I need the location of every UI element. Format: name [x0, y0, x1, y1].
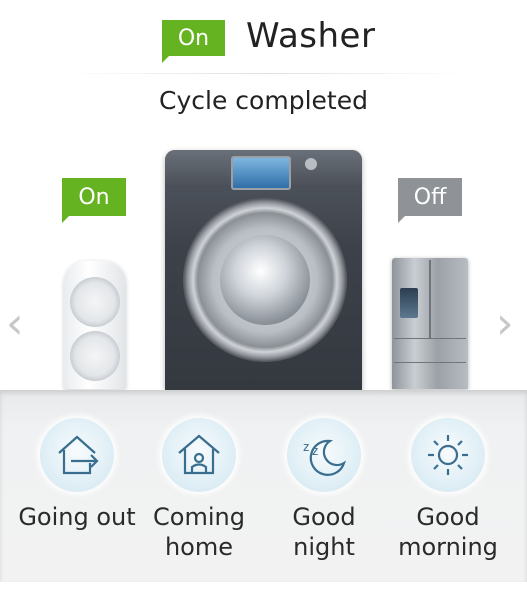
device-title: Washer [246, 16, 376, 56]
air-conditioner-status-label: On [78, 184, 110, 210]
house-exit-icon [58, 435, 99, 475]
washer-image[interactable] [165, 150, 362, 390]
power-status-label: On [177, 25, 210, 51]
next-device-arrow[interactable]: › [496, 298, 514, 349]
svg-text:z: z [303, 439, 310, 454]
mode-bar: Going out Coming home z z Good night Goo… [0, 390, 527, 582]
mode-going-out[interactable]: Going out [15, 418, 139, 532]
mode-coming-home[interactable]: Coming home [137, 418, 261, 562]
good-night-button[interactable]: z z [287, 418, 361, 492]
refrigerator-status-badge[interactable]: Off [398, 178, 462, 223]
coming-home-label: Coming home [153, 503, 245, 561]
header-divider [60, 73, 470, 74]
ac-fan-bottom [70, 331, 120, 381]
footer-strip [0, 582, 527, 603]
washer-drum [220, 235, 310, 325]
air-conditioner-image[interactable] [64, 261, 126, 389]
washer-knob [305, 158, 317, 170]
good-morning-button[interactable] [411, 418, 485, 492]
mode-good-night[interactable]: z z Good night [262, 418, 386, 562]
header: On Washer [0, 0, 527, 74]
refrigerator-image[interactable] [392, 258, 468, 389]
house-person-icon [178, 434, 220, 475]
svg-text:z: z [312, 443, 319, 458]
going-out-label: Going out [18, 503, 136, 531]
coming-home-button[interactable] [162, 418, 236, 492]
air-conditioner-status-badge[interactable]: On [62, 178, 126, 223]
ac-fan-top [70, 277, 120, 327]
good-night-label: Good night [292, 503, 356, 561]
refrigerator-status-label: Off [413, 184, 447, 210]
going-out-button[interactable] [40, 418, 114, 492]
sun-icon [428, 435, 468, 475]
cycle-status-text: Cycle completed [159, 86, 368, 115]
power-status-badge[interactable]: On [162, 20, 225, 63]
fridge-dispenser [400, 288, 418, 318]
previous-device-arrow[interactable]: ‹ [6, 298, 24, 349]
mode-good-morning[interactable]: Good morning [386, 418, 510, 562]
washer-display [231, 156, 291, 190]
good-morning-label: Good morning [398, 503, 498, 561]
moon-zz-icon: z z [303, 439, 346, 476]
